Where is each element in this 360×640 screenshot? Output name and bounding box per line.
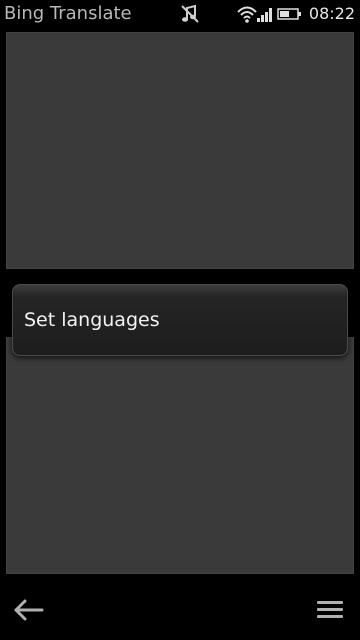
app-title: Bing Translate <box>4 3 132 24</box>
status-bar: Bing Translate 08:22 <box>0 0 360 28</box>
translation-text-pane[interactable] <box>6 337 354 574</box>
clock: 08:22 <box>308 4 355 23</box>
battery-icon <box>277 4 303 24</box>
music-muted-icon <box>179 4 201 24</box>
options-menu-icon <box>310 593 350 627</box>
options-popup-menu: Set languages <box>12 284 348 356</box>
bottom-toolbar <box>0 578 360 640</box>
signal-icon <box>256 4 274 24</box>
menu-item-set-languages[interactable]: Set languages <box>13 285 347 355</box>
back-button[interactable] <box>10 593 50 627</box>
options-menu-button[interactable] <box>310 593 350 627</box>
source-text-pane[interactable] <box>6 32 354 269</box>
back-arrow-icon <box>10 593 50 627</box>
wifi-icon <box>236 4 258 24</box>
